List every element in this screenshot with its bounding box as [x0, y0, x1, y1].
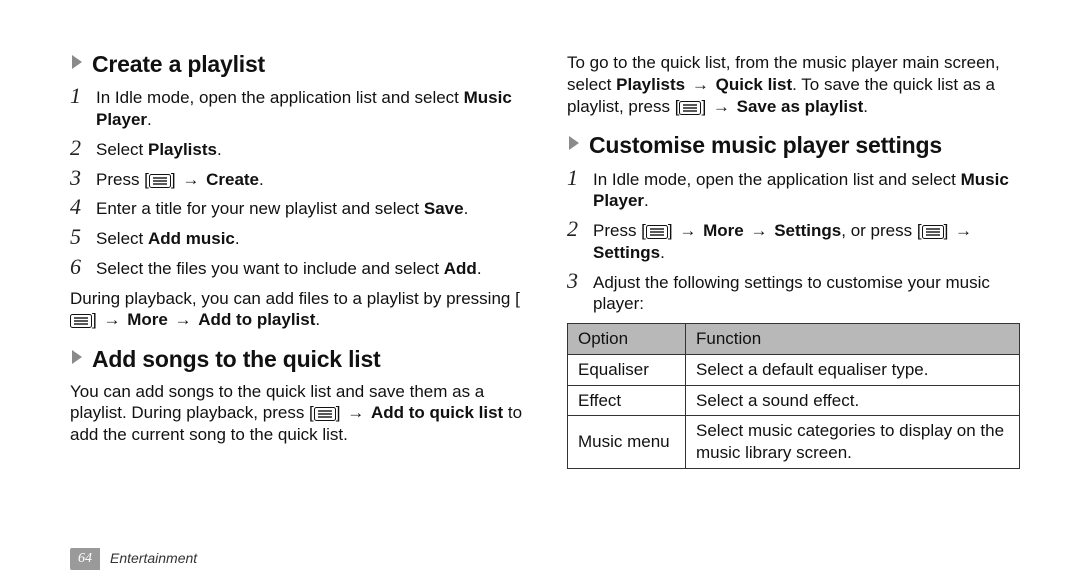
step-number: 1 — [70, 85, 96, 107]
step-body: Adjust the following settings to customi… — [593, 270, 1020, 316]
step-text: . — [147, 110, 152, 129]
arrow-glyph: → — [953, 221, 974, 240]
page-footer: 64 Entertainment — [70, 548, 197, 570]
step-item: 1 In Idle mode, open the application lis… — [567, 167, 1020, 213]
step-bold: Save — [424, 199, 464, 218]
section-name: Entertainment — [110, 550, 197, 568]
step-number: 4 — [70, 196, 96, 218]
menu-key-icon — [314, 407, 336, 421]
settings-table: Option Function Equaliser Select a defau… — [567, 323, 1020, 469]
step-text: . — [235, 229, 240, 248]
step-number: 3 — [567, 270, 593, 292]
step-item: 2 Press [] → More → Settings, or press [… — [567, 218, 1020, 264]
right-column: To go to the quick list, from the music … — [567, 50, 1020, 469]
manual-page: Create a playlist 1 In Idle mode, open t… — [0, 0, 1080, 586]
heading-add-quicklist: Add songs to the quick list — [70, 345, 523, 374]
step-text: Select the files you want to include and… — [96, 259, 444, 278]
heading-create-playlist: Create a playlist — [70, 50, 523, 79]
arrow-glyph: → — [101, 310, 122, 329]
steps-customise: 1 In Idle mode, open the application lis… — [567, 167, 1020, 316]
step-item: 3 Press [] → Create. — [70, 167, 523, 191]
step-number: 2 — [567, 218, 593, 240]
arrow-glyph: → — [345, 403, 366, 422]
steps-create-playlist: 1 In Idle mode, open the application lis… — [70, 85, 523, 279]
table-cell: Select music categories to display on th… — [686, 416, 1020, 469]
paragraph: You can add songs to the quick list and … — [70, 381, 523, 446]
paragraph: During playback, you can add files to a … — [70, 288, 523, 332]
step-text: Adjust the following settings to customi… — [593, 273, 990, 314]
step-bold: Add — [444, 259, 477, 278]
table-row: Music menu Select music categories to di… — [568, 416, 1020, 469]
step-number: 6 — [70, 256, 96, 278]
page-number: 64 — [70, 548, 100, 570]
step-text: . — [644, 191, 649, 210]
step-body: Select Add music. — [96, 226, 523, 250]
step-item: 2 Select Playlists. — [70, 137, 523, 161]
step-number: 2 — [70, 137, 96, 159]
arrow-glyph: → — [173, 310, 194, 329]
chevron-right-icon — [567, 134, 583, 158]
step-bold: Add music — [148, 229, 235, 248]
table-cell: Select a sound effect. — [686, 385, 1020, 416]
step-text: . — [217, 140, 222, 159]
step-item: 5 Select Add music. — [70, 226, 523, 250]
step-text: Select — [96, 229, 148, 248]
table-header-cell: Function — [686, 324, 1020, 355]
left-column: Create a playlist 1 In Idle mode, open t… — [70, 50, 523, 469]
step-text: In Idle mode, open the application list … — [593, 170, 961, 189]
heading-text: Create a playlist — [92, 50, 265, 79]
step-text: Select — [96, 140, 148, 159]
heading-text: Add songs to the quick list — [92, 345, 381, 374]
step-body: Enter a title for your new playlist and … — [96, 196, 523, 220]
table-row: Effect Select a sound effect. — [568, 385, 1020, 416]
chevron-right-icon — [70, 53, 86, 77]
step-body: In Idle mode, open the application list … — [593, 167, 1020, 213]
step-number: 1 — [567, 167, 593, 189]
arrow-glyph: → — [748, 221, 769, 240]
table-cell: Select a default equaliser type. — [686, 354, 1020, 385]
table-cell: Effect — [568, 385, 686, 416]
step-body: Select the files you want to include and… — [96, 256, 523, 280]
two-column-layout: Create a playlist 1 In Idle mode, open t… — [70, 50, 1020, 469]
step-body: Select Playlists. — [96, 137, 523, 161]
chevron-right-icon — [70, 348, 86, 372]
arrow-glyph: → — [690, 75, 711, 94]
step-bold: Playlists — [148, 140, 217, 159]
step-body: Press [] → Create. — [96, 167, 523, 191]
step-item: 6 Select the files you want to include a… — [70, 256, 523, 280]
step-item: 1 In Idle mode, open the application lis… — [70, 85, 523, 131]
menu-key-icon — [922, 225, 944, 239]
step-text: . — [464, 199, 469, 218]
heading-text: Customise music player settings — [589, 131, 942, 160]
table-cell: Music menu — [568, 416, 686, 469]
step-text: In Idle mode, open the application list … — [96, 88, 464, 107]
step-text: . — [477, 259, 482, 278]
table-cell: Equaliser — [568, 354, 686, 385]
step-item: 4 Enter a title for your new playlist an… — [70, 196, 523, 220]
arrow-glyph: → — [180, 170, 201, 189]
step-number: 5 — [70, 226, 96, 248]
table-row: Equaliser Select a default equaliser typ… — [568, 354, 1020, 385]
step-text: Enter a title for your new playlist and … — [96, 199, 424, 218]
step-number: 3 — [70, 167, 96, 189]
menu-key-icon — [70, 314, 92, 328]
menu-key-icon — [679, 101, 701, 115]
arrow-glyph: → — [677, 221, 698, 240]
step-body: Press [] → More → Settings, or press [] … — [593, 218, 1020, 264]
table-header-cell: Option — [568, 324, 686, 355]
arrow-glyph: → — [711, 97, 732, 116]
paragraph: To go to the quick list, from the music … — [567, 52, 1020, 117]
step-body: In Idle mode, open the application list … — [96, 85, 523, 131]
menu-key-icon — [149, 174, 171, 188]
menu-key-icon — [646, 225, 668, 239]
heading-customise: Customise music player settings — [567, 131, 1020, 160]
step-item: 3 Adjust the following settings to custo… — [567, 270, 1020, 316]
table-header-row: Option Function — [568, 324, 1020, 355]
